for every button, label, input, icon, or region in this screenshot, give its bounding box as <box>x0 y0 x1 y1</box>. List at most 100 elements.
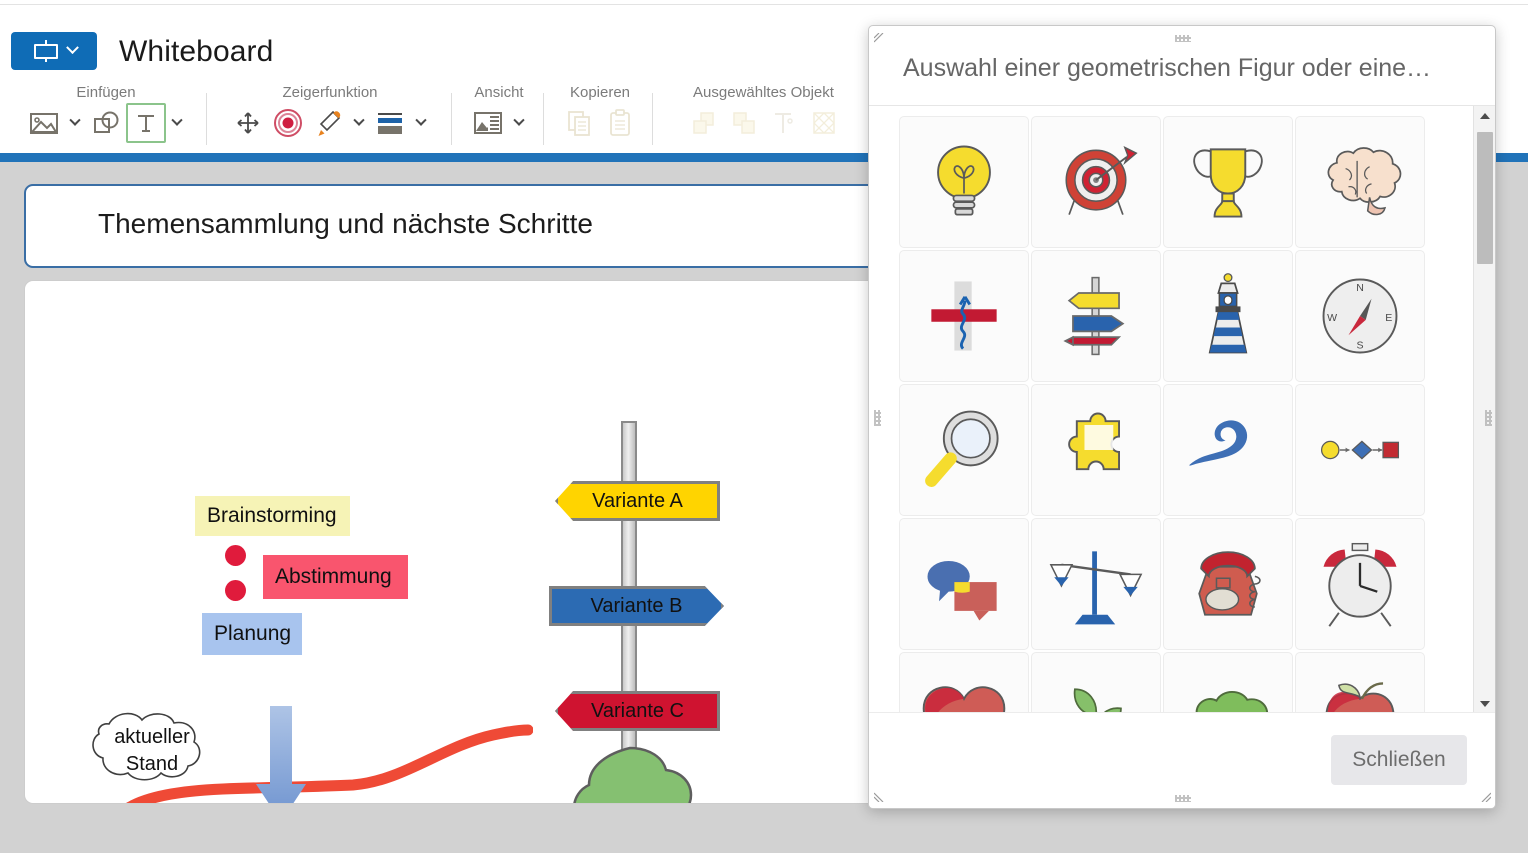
flowchart-icon <box>1320 440 1400 460</box>
sticky-note-label: Planung <box>214 622 292 645</box>
insert-text-button[interactable] <box>126 103 166 143</box>
shape-cell-apple[interactable] <box>1295 652 1425 714</box>
shape-cell-bush[interactable] <box>1163 652 1293 714</box>
brain-icon <box>1327 147 1402 216</box>
pen-dropdown[interactable] <box>348 103 370 143</box>
progress-curve <box>126 724 533 803</box>
shape-cell-trophy[interactable] <box>1163 116 1293 248</box>
view-layout-button[interactable] <box>468 103 508 143</box>
shape-cell-road-detour[interactable] <box>899 250 1029 382</box>
move-tool-button[interactable] <box>228 103 268 143</box>
whiteboard-mode-button[interactable] <box>11 32 97 70</box>
chevron-down-icon <box>69 114 81 126</box>
bullet-dot <box>225 580 246 601</box>
copy-button[interactable] <box>560 103 600 143</box>
view-layout-dropdown[interactable] <box>508 103 530 143</box>
scroll-down-arrow-icon[interactable] <box>1474 694 1495 714</box>
insert-text-dropdown[interactable] <box>166 103 188 143</box>
ribbon-group-label: Ansicht <box>474 84 524 101</box>
shape-cell-telephone[interactable] <box>1163 518 1293 650</box>
spotlight-tool-button[interactable] <box>268 103 308 143</box>
drag-grip-left[interactable] <box>874 410 881 426</box>
sticky-note-abstimmung[interactable]: Abstimmung <box>263 555 408 599</box>
shape-cell-brain[interactable] <box>1295 116 1425 248</box>
svg-text:S: S <box>1356 340 1363 352</box>
sprout-icon <box>1073 688 1122 714</box>
bring-forward-icon <box>692 112 714 134</box>
send-backward-button[interactable] <box>724 103 764 143</box>
shape-cell-lightbulb[interactable] <box>899 116 1029 248</box>
heart-icon <box>922 686 1006 714</box>
scroll-up-arrow-icon[interactable] <box>1474 106 1495 126</box>
insert-shape-button[interactable] <box>86 103 126 143</box>
shape-cell-magnifying-glass[interactable] <box>899 384 1029 516</box>
shape-cell-puzzle-piece[interactable] <box>1031 384 1161 516</box>
edit-text-button[interactable] <box>764 103 804 143</box>
chevron-down-icon <box>66 41 79 60</box>
shapes-icon <box>94 111 119 133</box>
ribbon-group-kopieren: Kopieren <box>552 81 648 153</box>
svg-text:E: E <box>1385 312 1392 324</box>
signpost-label: Variante B <box>590 594 683 617</box>
delete-object-button[interactable] <box>804 103 844 143</box>
signpost-sign-variante-b[interactable]: Variante B <box>549 586 724 626</box>
insert-image-button[interactable] <box>24 103 64 143</box>
sticky-note-label: Abstimmung <box>275 565 392 588</box>
signpost-sign-variante-c[interactable]: Variante C <box>555 691 720 731</box>
road-detour-icon <box>931 281 997 351</box>
sticky-note-brainstorming[interactable]: Brainstorming <box>195 496 350 536</box>
shape-cell-sprout[interactable] <box>1031 652 1161 714</box>
shape-cell-speech-bubbles[interactable] <box>899 518 1029 650</box>
drag-grip-right[interactable] <box>1485 410 1492 426</box>
speech-bubbles-icon <box>927 560 997 621</box>
shape-cell-compass[interactable]: N S E W <box>1295 250 1425 382</box>
tree-graphic[interactable] <box>555 736 705 803</box>
shape-grid-scroll-area[interactable]: N S E W <box>869 106 1495 714</box>
text-cursor-icon <box>774 113 793 133</box>
ribbon-separator <box>451 93 452 145</box>
shape-cell-lighthouse[interactable] <box>1163 250 1293 382</box>
ribbon-group-label: Zeigerfunktion <box>282 84 378 101</box>
shape-cell-signpost[interactable] <box>1031 250 1161 382</box>
dialog-title-bar[interactable]: Auswahl einer geometrischen Figur oder e… <box>869 26 1495 106</box>
scrollbar-thumb[interactable] <box>1477 132 1493 264</box>
drag-grip-top[interactable] <box>1175 35 1191 42</box>
pen-tool-button[interactable] <box>308 103 348 143</box>
resize-handle-bottom-right[interactable] <box>1477 788 1492 803</box>
line-style-dropdown[interactable] <box>410 103 432 143</box>
shape-cell-scales-balance[interactable] <box>1031 518 1161 650</box>
paste-icon <box>610 109 630 136</box>
target-dartboard-icon <box>1065 145 1138 215</box>
shape-cell-target-dartboard[interactable] <box>1031 116 1161 248</box>
progress-timeline-graphic[interactable]: aktueller Stand <box>65 701 535 803</box>
drag-grip-bottom[interactable] <box>1175 795 1191 802</box>
insert-image-dropdown[interactable] <box>64 103 86 143</box>
shape-picker-dialog[interactable]: Auswahl einer geometrischen Figur oder e… <box>868 25 1496 809</box>
chevron-down-icon <box>415 114 427 126</box>
shape-grid: N S E W <box>899 116 1459 714</box>
resize-handle-bottom-left[interactable] <box>873 788 888 803</box>
tree-icon <box>573 746 693 803</box>
sticky-note-planung[interactable]: Planung <box>202 613 302 655</box>
compass-icon: N S E W <box>1322 278 1398 354</box>
image-icon <box>29 113 58 134</box>
bring-forward-button[interactable] <box>684 103 724 143</box>
shape-cell-wave-swoosh[interactable] <box>1163 384 1293 516</box>
alarm-clock-icon <box>1323 542 1397 627</box>
signpost-sign-variante-a[interactable]: Variante A <box>555 481 720 521</box>
signpost-icon <box>1063 276 1125 356</box>
line-style-button[interactable] <box>370 103 410 143</box>
shape-cell-flowchart[interactable] <box>1295 384 1425 516</box>
close-button[interactable]: Schließen <box>1331 735 1467 785</box>
chevron-down-icon <box>171 114 183 126</box>
resize-handle-top-left[interactable] <box>873 32 888 47</box>
shape-cell-alarm-clock[interactable] <box>1295 518 1425 650</box>
bullet-dot <box>225 545 246 566</box>
shape-cell-heart[interactable] <box>899 652 1029 714</box>
magnifying-glass-icon <box>925 410 999 487</box>
copy-icon <box>568 111 590 136</box>
paste-button[interactable] <box>600 103 640 143</box>
signpost-label: Variante A <box>592 489 683 512</box>
ribbon-group-label: Kopieren <box>569 84 631 101</box>
ribbon-group-zeigerfunktion: Zeigerfunktion <box>215 81 445 153</box>
